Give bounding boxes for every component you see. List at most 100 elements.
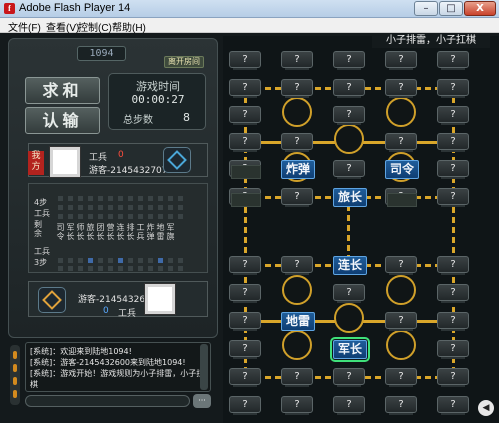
menu-view[interactable]: 查看(V) (46, 19, 79, 34)
empty-slot[interactable] (231, 193, 261, 207)
hidden-piece[interactable]: ? (437, 340, 469, 359)
empty-slot[interactable] (231, 165, 261, 179)
hidden-piece[interactable]: ? (437, 51, 469, 70)
piece-general[interactable]: 军长 (330, 337, 370, 362)
stats-remain-label: 剩余 (34, 220, 42, 238)
minimize-button[interactable]: – (414, 1, 438, 16)
chat-send-button[interactable]: ··· (193, 394, 211, 408)
time-value: 00:00:27 (131, 93, 185, 106)
hidden-piece[interactable]: ? (229, 256, 261, 275)
camp-circle[interactable] (334, 303, 364, 333)
opponent-hex-button[interactable] (38, 287, 66, 313)
hidden-piece[interactable]: ? (385, 79, 417, 98)
camp-circle[interactable] (386, 330, 416, 360)
chat-scrollbar[interactable] (200, 344, 208, 390)
hidden-piece[interactable]: ? (385, 396, 417, 415)
hidden-piece[interactable]: ? (281, 133, 313, 152)
hidden-piece[interactable]: ? (229, 79, 261, 98)
hidden-piece[interactable]: ? (281, 396, 313, 415)
time-label: 游戏时间 (136, 80, 180, 93)
hidden-piece[interactable]: ? (229, 340, 261, 359)
menu-help[interactable]: 帮助(H) (112, 19, 146, 34)
camp-circle[interactable] (386, 97, 416, 127)
hidden-piece[interactable]: ? (281, 79, 313, 98)
leave-room-button[interactable]: 离开房间 (164, 56, 204, 68)
hidden-piece[interactable]: ? (437, 256, 469, 275)
piece-captain[interactable]: 连长 (333, 256, 367, 275)
piece-landmine[interactable]: 地雷 (281, 312, 315, 331)
stats-bottom-rank: 工兵 (34, 247, 50, 256)
hidden-piece[interactable]: ? (437, 160, 469, 179)
draw-button[interactable]: 求和 (25, 77, 100, 104)
close-button[interactable]: X (464, 1, 496, 16)
hidden-piece[interactable]: ? (333, 106, 365, 125)
hidden-piece[interactable]: ? (333, 160, 365, 179)
hidden-piece[interactable]: ? (437, 188, 469, 207)
empty-slot[interactable] (387, 193, 417, 207)
menu-file[interactable]: 文件(F) (8, 19, 41, 34)
stats-row (38, 266, 188, 272)
opponent-score: 0 (103, 306, 109, 316)
sound-icon[interactable]: ◀ (478, 400, 494, 416)
opponent-avatar (145, 284, 175, 314)
hidden-piece[interactable]: ? (385, 133, 417, 152)
hidden-piece[interactable]: ? (437, 312, 469, 331)
steps-label: 总步数 (123, 115, 153, 126)
surrender-button[interactable]: 认输 (25, 107, 100, 134)
diamond-icon (167, 150, 187, 170)
camp-circle[interactable] (386, 275, 416, 305)
hidden-piece[interactable]: ? (333, 79, 365, 98)
piece-brigadier[interactable]: 旅长 (333, 188, 367, 207)
chat-input[interactable] (25, 395, 190, 407)
hidden-piece[interactable]: ? (437, 396, 469, 415)
rank-label: 排长 (126, 223, 135, 241)
piece-bomb[interactable]: 炸弹 (281, 160, 315, 179)
hidden-piece[interactable]: ? (229, 284, 261, 303)
hidden-piece[interactable]: ? (333, 368, 365, 387)
hidden-piece[interactable]: ? (229, 133, 261, 152)
maximize-button[interactable]: □ (439, 1, 463, 16)
hidden-piece[interactable]: ? (281, 188, 313, 207)
my-rank: 工兵 (89, 153, 108, 163)
hidden-piece[interactable]: ? (385, 368, 417, 387)
hidden-piece[interactable]: ? (333, 284, 365, 303)
hidden-piece[interactable]: ? (385, 51, 417, 70)
room-number: 1094 (77, 46, 126, 61)
my-hex-button[interactable] (163, 147, 191, 173)
diamond-icon (42, 290, 62, 310)
hidden-piece[interactable]: ? (229, 368, 261, 387)
hidden-piece[interactable]: ? (437, 106, 469, 125)
hidden-piece[interactable]: ? (229, 396, 261, 415)
time-panel: 游戏时间 00:00:27 总步数 8 (108, 73, 206, 130)
hidden-piece[interactable]: ? (437, 133, 469, 152)
my-avatar (50, 147, 80, 177)
camp-circle[interactable] (282, 275, 312, 305)
chat-log: [系统]：欢迎来到陆地1094! [系统]：游客-2145432600来到陆地1… (25, 342, 211, 392)
hidden-piece[interactable]: ? (437, 284, 469, 303)
hidden-piece[interactable]: ? (385, 256, 417, 275)
hidden-piece[interactable]: ? (229, 51, 261, 70)
hidden-piece[interactable]: ? (281, 256, 313, 275)
hidden-piece[interactable]: ? (437, 368, 469, 387)
stats-row (38, 205, 188, 211)
my-score: 0 (118, 150, 124, 160)
hidden-piece[interactable]: ? (229, 312, 261, 331)
steps-value: 8 (183, 111, 190, 124)
hidden-piece[interactable]: ? (333, 51, 365, 70)
camp-circle[interactable] (334, 124, 364, 154)
rank-label: 地雷 (156, 223, 165, 241)
rank-label: 师长 (76, 223, 85, 241)
hidden-piece[interactable]: ? (229, 106, 261, 125)
camp-circle[interactable] (282, 97, 312, 127)
hidden-piece[interactable]: ? (385, 312, 417, 331)
piece-commander[interactable]: 司令 (385, 160, 419, 179)
hidden-piece[interactable]: ? (333, 396, 365, 415)
hidden-piece[interactable]: ? (281, 51, 313, 70)
hidden-piece[interactable]: ? (281, 368, 313, 387)
hidden-piece[interactable]: ? (437, 79, 469, 98)
rank-label: 司令 (56, 223, 65, 241)
opponent-rank: 工兵 (118, 309, 137, 319)
menu-control[interactable]: 控制(C) (78, 19, 112, 34)
camp-circle[interactable] (282, 330, 312, 360)
menu-bar: 文件(F) 查看(V) 控制(C) 帮助(H) (0, 18, 499, 34)
